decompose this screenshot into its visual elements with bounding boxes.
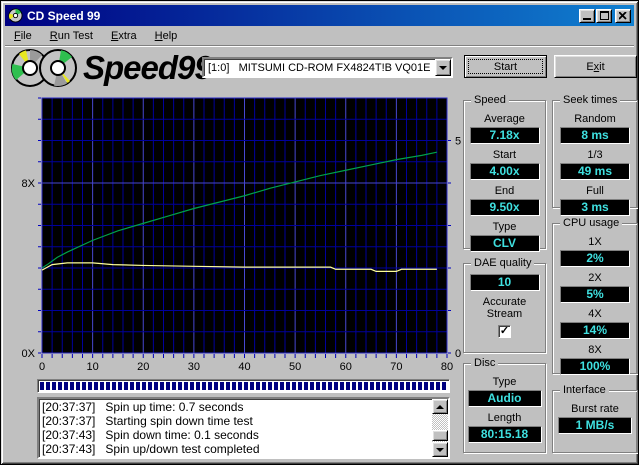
speed-end-label: End — [494, 185, 515, 197]
svg-text:8X: 8X — [22, 178, 36, 190]
seek-random-value: 8 ms — [560, 127, 630, 144]
speed-average-value: 7.18x — [469, 127, 540, 144]
test-log-lines: [20:37:37] Spin up time: 0.7 seconds [20:… — [42, 400, 430, 456]
speed-average-label: Average — [484, 113, 525, 125]
svg-text:70: 70 — [390, 361, 402, 373]
panel-dae-quality: DAE quality 10 Accurate Stream ✓ — [463, 257, 546, 353]
svg-text:80: 80 — [441, 361, 453, 373]
test-progress-bar — [37, 379, 450, 393]
svg-text:40: 40 — [238, 361, 250, 373]
seek-third-label: 1/3 — [587, 149, 603, 161]
maximize-icon — [599, 11, 609, 20]
svg-text:0: 0 — [39, 361, 45, 373]
cpu-8x-value: 100% — [560, 358, 630, 375]
scrollbar-thumb[interactable] — [432, 430, 448, 441]
app-logo: Speed99 — [9, 46, 213, 90]
cd-logo-icon — [11, 49, 77, 87]
svg-text:50: 50 — [289, 361, 301, 373]
menu-run-test[interactable]: Run Test — [41, 28, 102, 44]
svg-text:10: 10 — [87, 361, 99, 373]
test-progress-fill — [40, 382, 447, 390]
disc-type-label: Type — [492, 376, 517, 388]
cpu-2x-label: 2X — [588, 272, 602, 284]
disc-type-value: Audio — [467, 390, 542, 407]
panel-seek-times: Seek times Random 8 ms 1/3 49 ms Full 3 … — [552, 94, 638, 216]
exit-button[interactable]: Exit — [554, 55, 637, 78]
speed-start-value: 4.00x — [469, 163, 540, 180]
title-bar[interactable]: CD Speed 99 — [5, 5, 634, 26]
panel-interface: Interface Burst rate 1 MB/s — [552, 384, 638, 453]
menu-help[interactable]: Help — [146, 28, 187, 44]
cpu-1x-label: 1X — [588, 236, 602, 248]
log-row: [20:37:37] Spin up time: 0.7 seconds — [42, 400, 244, 414]
panel-cpu-usage: CPU usage 1X 2% 2X 5% 4X 14% 8X 100% — [552, 217, 638, 375]
dae-quality-value: 10 — [469, 274, 540, 291]
drive-select-value: [1:0] MITSUMI CD-ROM FX4824T!B VQ01E — [208, 61, 431, 74]
start-button[interactable]: Start — [464, 55, 547, 78]
seek-full-value: 3 ms — [560, 199, 630, 216]
accurate-stream-label-1: Accurate — [482, 296, 527, 308]
chevron-down-icon — [439, 65, 447, 70]
drive-select[interactable]: [1:0] MITSUMI CD-ROM FX4824T!B VQ01E — [202, 57, 453, 78]
triangle-down-icon — [436, 447, 444, 452]
minimize-button[interactable] — [579, 8, 595, 23]
svg-text:60: 60 — [340, 361, 352, 373]
svg-text:30: 30 — [188, 361, 200, 373]
window-title: CD Speed 99 — [27, 8, 101, 23]
panel-dae-quality-title: DAE quality — [471, 257, 535, 269]
svg-text:0X: 0X — [22, 348, 36, 360]
menu-extra[interactable]: Extra — [102, 28, 146, 44]
panel-seek-times-title: Seek times — [560, 94, 621, 106]
speed-type-label: Type — [492, 221, 517, 233]
log-row: [20:37:43] Spin up/down test completed — [42, 442, 260, 456]
close-icon — [619, 11, 627, 20]
cpu-1x-value: 2% — [560, 250, 630, 267]
cpu-2x-value: 5% — [560, 286, 630, 303]
panel-speed-title: Speed — [471, 94, 509, 106]
disc-length-value: 80:15.18 — [467, 426, 542, 443]
drive-select-dropdown-button[interactable] — [435, 59, 451, 76]
log-scrollbar[interactable] — [432, 399, 448, 457]
seek-third-value: 49 ms — [560, 163, 630, 180]
panel-interface-title: Interface — [560, 384, 609, 396]
cpu-4x-label: 4X — [588, 308, 602, 320]
seek-full-label: Full — [586, 185, 604, 197]
svg-text:0: 0 — [455, 348, 461, 360]
log-row: [20:37:37] Starting spin down time test — [42, 414, 253, 428]
accurate-stream-checkbox[interactable]: ✓ — [498, 325, 511, 338]
minimize-icon — [583, 18, 591, 20]
accurate-stream-label-2: Stream — [486, 308, 523, 320]
menu-bar: File Run Test Extra Help — [5, 27, 634, 46]
transfer-speed-chart: 8X0X500 10 20 30 40 50 60 70 80 — [22, 97, 461, 373]
panel-disc-title: Disc — [471, 357, 499, 369]
scroll-down-button[interactable] — [432, 442, 448, 457]
panel-speed: Speed Average 7.18x Start 4.00x End 9.50… — [463, 94, 546, 252]
svg-text:5: 5 — [455, 136, 461, 148]
speed-type-value: CLV — [469, 235, 540, 252]
triangle-up-icon — [436, 404, 444, 409]
burst-rate-label: Burst rate — [571, 403, 619, 415]
disc-length-label: Length — [487, 412, 522, 424]
burst-rate-value: 1 MB/s — [558, 417, 632, 434]
cpu-8x-label: 8X — [588, 344, 602, 356]
maximize-button[interactable] — [596, 8, 612, 23]
logo-text: Speed99 — [83, 49, 213, 86]
svg-text:20: 20 — [137, 361, 149, 373]
close-button[interactable] — [615, 8, 631, 23]
log-row: [20:37:43] Spin down time: 0.1 seconds — [42, 428, 259, 442]
panel-disc: Disc Type Audio Length 80:15.18 — [463, 357, 546, 453]
scroll-up-button[interactable] — [432, 399, 448, 414]
seek-random-label: Random — [574, 113, 616, 125]
speed-end-value: 9.50x — [469, 199, 540, 216]
test-log[interactable]: [20:37:37] Spin up time: 0.7 seconds [20:… — [37, 397, 450, 459]
speed-start-label: Start — [492, 149, 517, 161]
menu-file[interactable]: File — [5, 28, 41, 44]
app-window: CD Speed 99 File Run Test Extra Help Spe… — [0, 0, 639, 465]
app-cd-icon — [8, 8, 23, 23]
cpu-4x-value: 14% — [560, 322, 630, 339]
panel-cpu-usage-title: CPU usage — [560, 217, 623, 229]
